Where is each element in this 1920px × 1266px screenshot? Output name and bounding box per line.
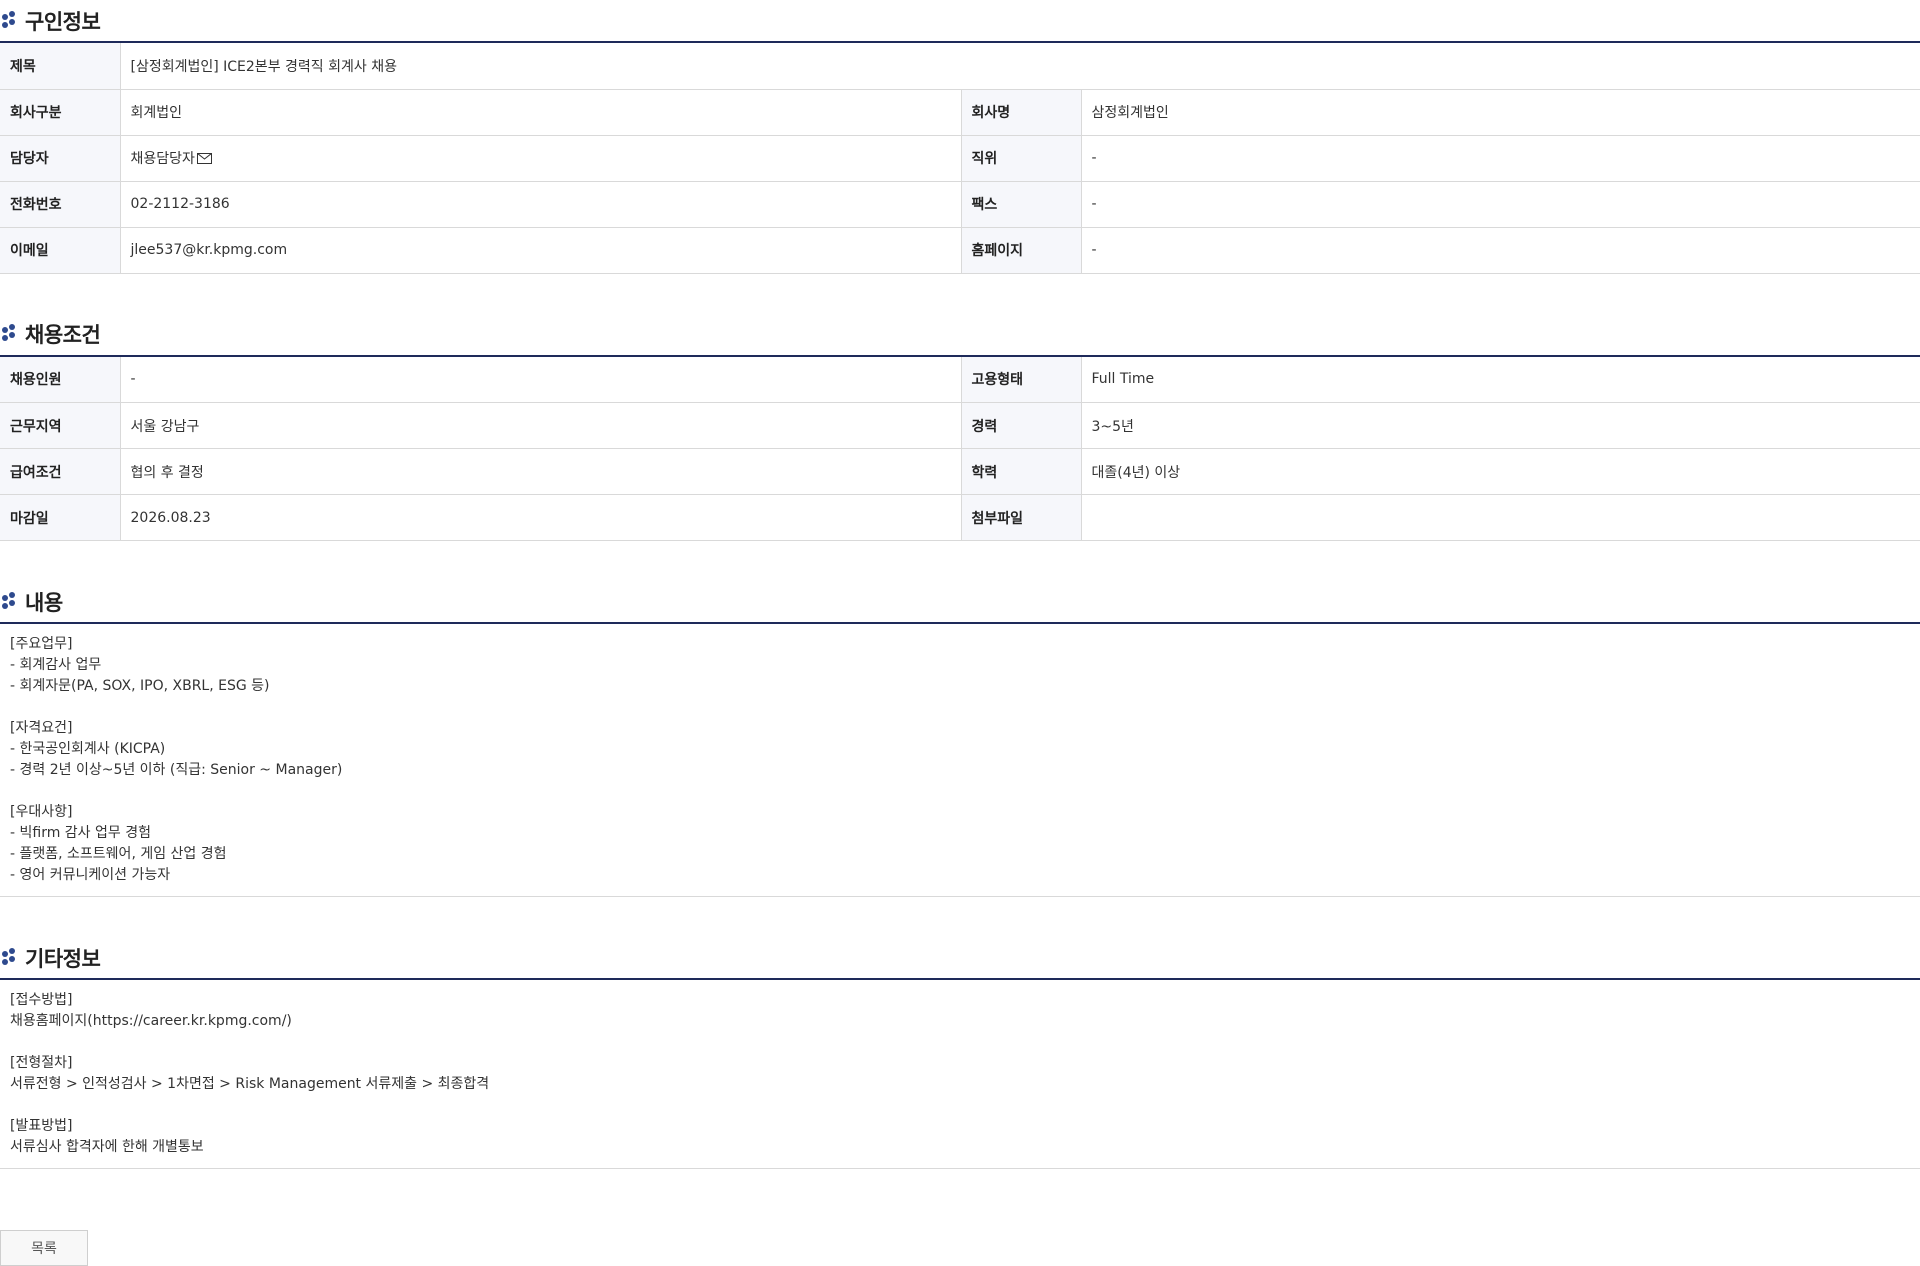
job-posting-page: 구인정보 제목 [삼정회계법인] ICE2본부 경력직 회계사 채용 회사구분 …	[0, 0, 1920, 1266]
table-row: 제목 [삼정회계법인] ICE2본부 경력직 회계사 채용	[0, 43, 1920, 90]
table-row: 이메일 jlee537@kr.kpmg.com 홈페이지 -	[0, 227, 1920, 274]
employment-type-value: Full Time	[1081, 356, 1920, 403]
attachment-label: 첨부파일	[961, 494, 1082, 541]
content-line: - 회계감사 업무	[10, 657, 102, 673]
section-title: 내용	[25, 590, 63, 615]
content-line: [자격요건]	[10, 720, 73, 736]
company-type-label: 회사구분	[0, 89, 121, 136]
position-value: -	[1081, 135, 1920, 182]
table-row: 근무지역 서울 강남구 경력 3~5년	[0, 402, 1920, 449]
deadline-value: 2026.08.23	[120, 494, 962, 541]
other-line: 서류전형 > 인적성검사 > 1차면접 > Risk Management 서류…	[10, 1076, 490, 1092]
salary-value: 협의 후 결정	[120, 448, 962, 495]
other-line: [전형절차]	[10, 1055, 73, 1071]
dots-icon	[2, 591, 22, 612]
section-title: 채용조건	[25, 323, 101, 347]
content-line: - 한국공인회계사 (KICPA)	[10, 741, 166, 757]
content-line: - 빅firm 감사 업무 경험	[10, 825, 151, 841]
other-line: 서류심사 합격자에 한해 개별통보	[10, 1139, 204, 1155]
fax-value: -	[1081, 181, 1920, 228]
table-row: 담당자 채용담당자 직위 -	[0, 135, 1920, 182]
content-line: [우대사항]	[10, 804, 73, 820]
other-line	[10, 1095, 1910, 1116]
section-header-other: 기타정보	[0, 937, 1920, 980]
conditions-table: 채용인원 - 고용형태 Full Time 근무지역 서울 강남구 경력 3~5…	[0, 356, 1920, 541]
table-row: 회사구분 회계법인 회사명 삼정회계법인	[0, 89, 1920, 136]
attachment-value[interactable]	[1081, 494, 1920, 541]
content-line	[10, 781, 1910, 802]
section-title: 구인정보	[25, 9, 101, 34]
contact-label: 담당자	[0, 135, 121, 182]
other-line: 채용홈페이지(https://career.kr.kpmg.com/)	[10, 1013, 292, 1029]
headcount-value: -	[120, 356, 962, 403]
other-line: [접수방법]	[10, 992, 73, 1008]
content-line: - 경력 2년 이상~5년 이하 (직급: Senior ~ Manager)	[10, 762, 343, 778]
phone-value: 02-2112-3186	[120, 181, 962, 228]
homepage-label: 홈페이지	[961, 227, 1082, 274]
title-label: 제목	[0, 43, 121, 90]
fax-label: 팩스	[961, 181, 1082, 228]
homepage-value: -	[1081, 227, 1920, 274]
content-line: - 영어 커뮤니케이션 가능자	[10, 867, 171, 883]
section-header-recruit-info: 구인정보	[0, 0, 1920, 43]
education-value: 대졸(4년) 이상	[1081, 448, 1920, 495]
section-header-conditions: 채용조건	[0, 314, 1920, 357]
dots-icon	[2, 324, 22, 344]
content-line: [주요업무]	[10, 636, 73, 652]
table-row: 전화번호 02-2112-3186 팩스 -	[0, 181, 1920, 228]
table-row: 마감일 2026.08.23 첨부파일	[0, 494, 1920, 541]
other-line	[10, 1032, 1910, 1053]
other-body: [접수방법] 채용홈페이지(https://career.kr.kpmg.com…	[0, 980, 1920, 1169]
dots-icon	[2, 10, 22, 31]
experience-label: 경력	[961, 402, 1082, 449]
list-button[interactable]: 목록	[0, 1230, 88, 1266]
recruit-info-table: 제목 [삼정회계법인] ICE2본부 경력직 회계사 채용 회사구분 회계법인 …	[0, 43, 1920, 274]
section-header-content: 내용	[0, 581, 1920, 624]
employment-type-label: 고용형태	[961, 356, 1082, 403]
content-line	[10, 697, 1910, 718]
contact-cell: 채용담당자	[120, 135, 962, 182]
email-label: 이메일	[0, 227, 121, 274]
education-label: 학력	[961, 448, 1082, 495]
title-value: [삼정회계법인] ICE2본부 경력직 회계사 채용	[120, 43, 1920, 90]
company-type-value: 회계법인	[120, 89, 962, 136]
other-line: [발표방법]	[10, 1118, 73, 1134]
email-value[interactable]: jlee537@kr.kpmg.com	[120, 227, 962, 274]
company-name-label: 회사명	[961, 89, 1082, 136]
company-name-value: 삼정회계법인	[1081, 89, 1920, 136]
table-row: 급여조건 협의 후 결정 학력 대졸(4년) 이상	[0, 448, 1920, 495]
deadline-label: 마감일	[0, 494, 121, 541]
content-line: - 플랫폼, 소프트웨어, 게임 산업 경험	[10, 846, 227, 862]
envelope-icon[interactable]	[196, 153, 212, 164]
headcount-label: 채용인원	[0, 356, 121, 403]
content-line: - 회계자문(PA, SOX, IPO, XBRL, ESG 등)	[10, 678, 270, 694]
section-title: 기타정보	[25, 946, 101, 971]
content-body: [주요업무] - 회계감사 업무 - 회계자문(PA, SOX, IPO, XB…	[0, 624, 1920, 897]
phone-label: 전화번호	[0, 181, 121, 228]
salary-label: 급여조건	[0, 448, 121, 495]
experience-value: 3~5년	[1081, 402, 1920, 449]
location-value: 서울 강남구	[120, 402, 962, 449]
contact-value: 채용담당자	[130, 151, 195, 167]
table-row: 채용인원 - 고용형태 Full Time	[0, 356, 1920, 403]
location-label: 근무지역	[0, 402, 121, 449]
dots-icon	[2, 947, 22, 968]
position-label: 직위	[961, 135, 1082, 182]
